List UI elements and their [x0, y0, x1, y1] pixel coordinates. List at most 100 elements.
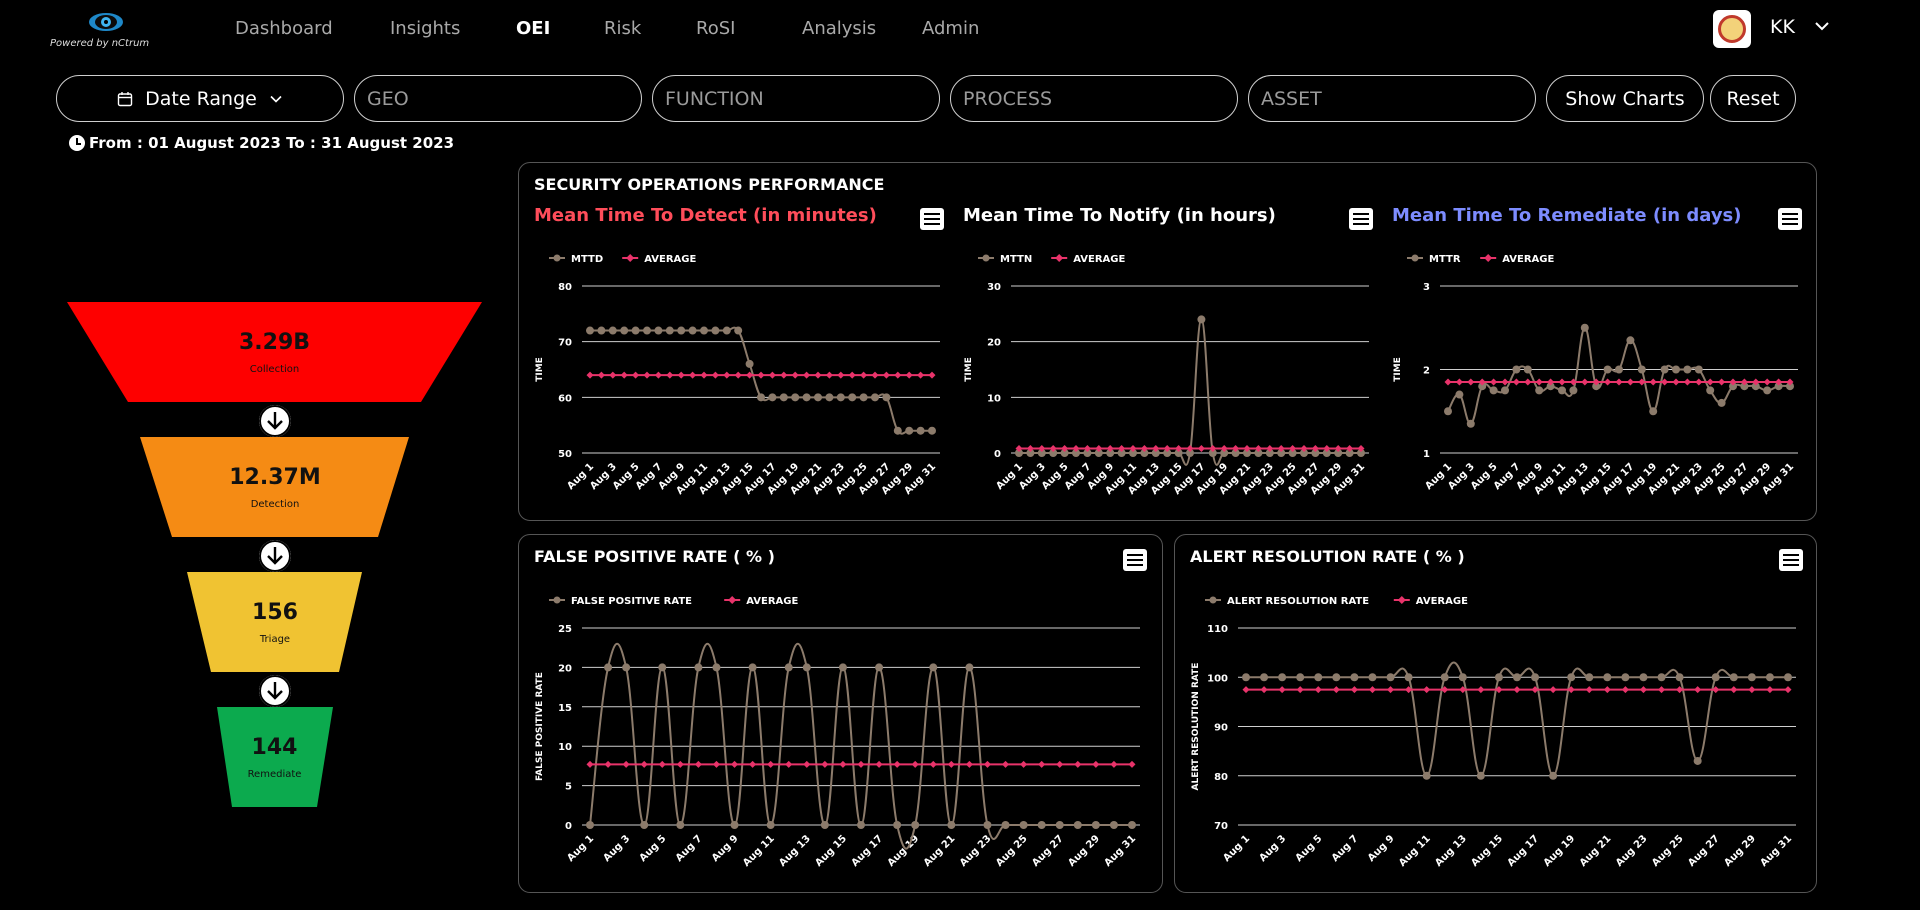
data-point: [608, 326, 617, 335]
y-tick-label: 90: [1214, 723, 1228, 734]
data-point: [1001, 821, 1010, 829]
data-point: [779, 393, 788, 402]
average-point: [689, 371, 697, 379]
data-point: [1512, 365, 1521, 374]
legend-marker: [553, 596, 561, 604]
x-tick-label: Aug 21: [1578, 833, 1614, 869]
reset-button[interactable]: Reset: [1710, 75, 1796, 122]
nav-oei[interactable]: OEI: [516, 18, 550, 39]
average-point: [857, 760, 865, 768]
nav-analysis[interactable]: Analysis: [802, 18, 876, 39]
nav-risk[interactable]: Risk: [604, 18, 641, 39]
funnel-stage-detection[interactable]: 12.37M Detection: [172, 437, 378, 537]
menu-icon[interactable]: [1779, 549, 1803, 571]
average-point: [882, 371, 890, 379]
data-point: [1404, 673, 1413, 682]
user-initials[interactable]: KK: [1770, 16, 1795, 38]
y-tick-label: 20: [987, 338, 1001, 349]
data-point: [1660, 365, 1669, 374]
legend-marker: [982, 254, 990, 262]
average-point: [785, 760, 793, 768]
data-point: [1765, 673, 1774, 682]
average-point: [1056, 760, 1064, 768]
data-point: [905, 426, 914, 435]
data-point: [1649, 407, 1658, 416]
x-tick-label: Aug 11: [741, 833, 777, 869]
average-point: [1423, 686, 1431, 694]
average-point: [947, 760, 955, 768]
data-point: [677, 326, 686, 335]
data-point: [1501, 386, 1509, 395]
function-filter[interactable]: FUNCTION: [652, 75, 940, 122]
data-point: [586, 821, 594, 829]
funnel-stage-remediate[interactable]: 144 Remediate: [232, 707, 317, 807]
data-point: [1314, 673, 1323, 682]
data-point: [768, 393, 777, 402]
average-point: [1387, 686, 1395, 694]
average-point: [1581, 378, 1589, 386]
funnel-stage-triage[interactable]: 156 Triage: [211, 572, 339, 672]
data-point: [1672, 365, 1680, 374]
data-point: [1197, 315, 1206, 324]
menu-icon[interactable]: [920, 208, 944, 230]
x-tick-label: Aug 5: [638, 833, 669, 864]
data-point: [848, 393, 857, 402]
nav-admin[interactable]: Admin: [922, 18, 979, 39]
x-tick-label: Aug 27: [1030, 833, 1066, 869]
menu-icon[interactable]: [1123, 549, 1147, 571]
data-point: [882, 393, 891, 402]
funnel-value: 144: [251, 735, 298, 760]
average-point: [1524, 378, 1532, 386]
y-tick-label: 80: [558, 282, 572, 293]
menu-icon[interactable]: [1349, 208, 1373, 230]
mttd-chart: MTTD AVERAGE50607080TIMEAug 1Aug 3Aug 5Au…: [535, 254, 940, 497]
average-point: [694, 760, 702, 768]
y-tick-label: 0: [565, 821, 572, 832]
funnel-stage-collection[interactable]: 3.29B Collection: [128, 302, 421, 402]
average-point: [654, 371, 662, 379]
asset-filter[interactable]: ASSET: [1248, 75, 1536, 122]
average-point: [1748, 686, 1756, 694]
average-point: [1314, 686, 1322, 694]
average-point: [620, 371, 628, 379]
average-point: [640, 760, 648, 768]
process-filter-placeholder: PROCESS: [963, 87, 1053, 110]
x-tick-label: Aug 25: [994, 833, 1030, 869]
x-tick-label: Aug 7: [1330, 833, 1361, 864]
security-operations-panel: SECURITY OPERATIONS PERFORMANCE Mean Tim…: [518, 162, 1817, 521]
data-point: [965, 663, 974, 672]
data-point: [1332, 673, 1341, 682]
data-point: [1626, 336, 1635, 345]
process-filter[interactable]: PROCESS: [950, 75, 1238, 122]
avatar[interactable]: [1713, 10, 1751, 48]
data-point: [1494, 673, 1503, 682]
data-point: [722, 326, 731, 335]
funnel-value: 3.29B: [238, 330, 311, 355]
legend-label: MTTR: [1429, 254, 1461, 265]
data-point: [1603, 673, 1612, 682]
data-point: [1747, 673, 1756, 682]
x-tick-label: Aug 21: [922, 833, 958, 869]
mttr-title: Mean Time To Remediate (in days): [1392, 205, 1742, 226]
average-point: [586, 760, 594, 768]
data-point: [676, 821, 685, 829]
data-point: [1386, 673, 1395, 682]
nav-rosi[interactable]: RoSI: [696, 18, 735, 39]
x-tick-label: Aug 17: [850, 833, 886, 869]
data-point: [1693, 756, 1702, 765]
data-point: [825, 393, 834, 402]
menu-icon[interactable]: [1778, 208, 1802, 230]
average-point: [1296, 686, 1304, 694]
data-point: [947, 821, 956, 829]
x-tick-label: Aug 31: [1102, 833, 1138, 869]
data-point: [1784, 673, 1792, 682]
data-point: [814, 393, 822, 402]
average-point: [860, 371, 868, 379]
data-point: [929, 663, 938, 672]
x-tick-label: Aug 1: [565, 833, 596, 864]
chevron-down-icon[interactable]: [1814, 18, 1830, 34]
data-point: [1558, 386, 1566, 395]
data-point: [1260, 673, 1269, 682]
show-charts-label: Show Charts: [1565, 87, 1685, 110]
show-charts-button[interactable]: Show Charts: [1546, 75, 1704, 122]
